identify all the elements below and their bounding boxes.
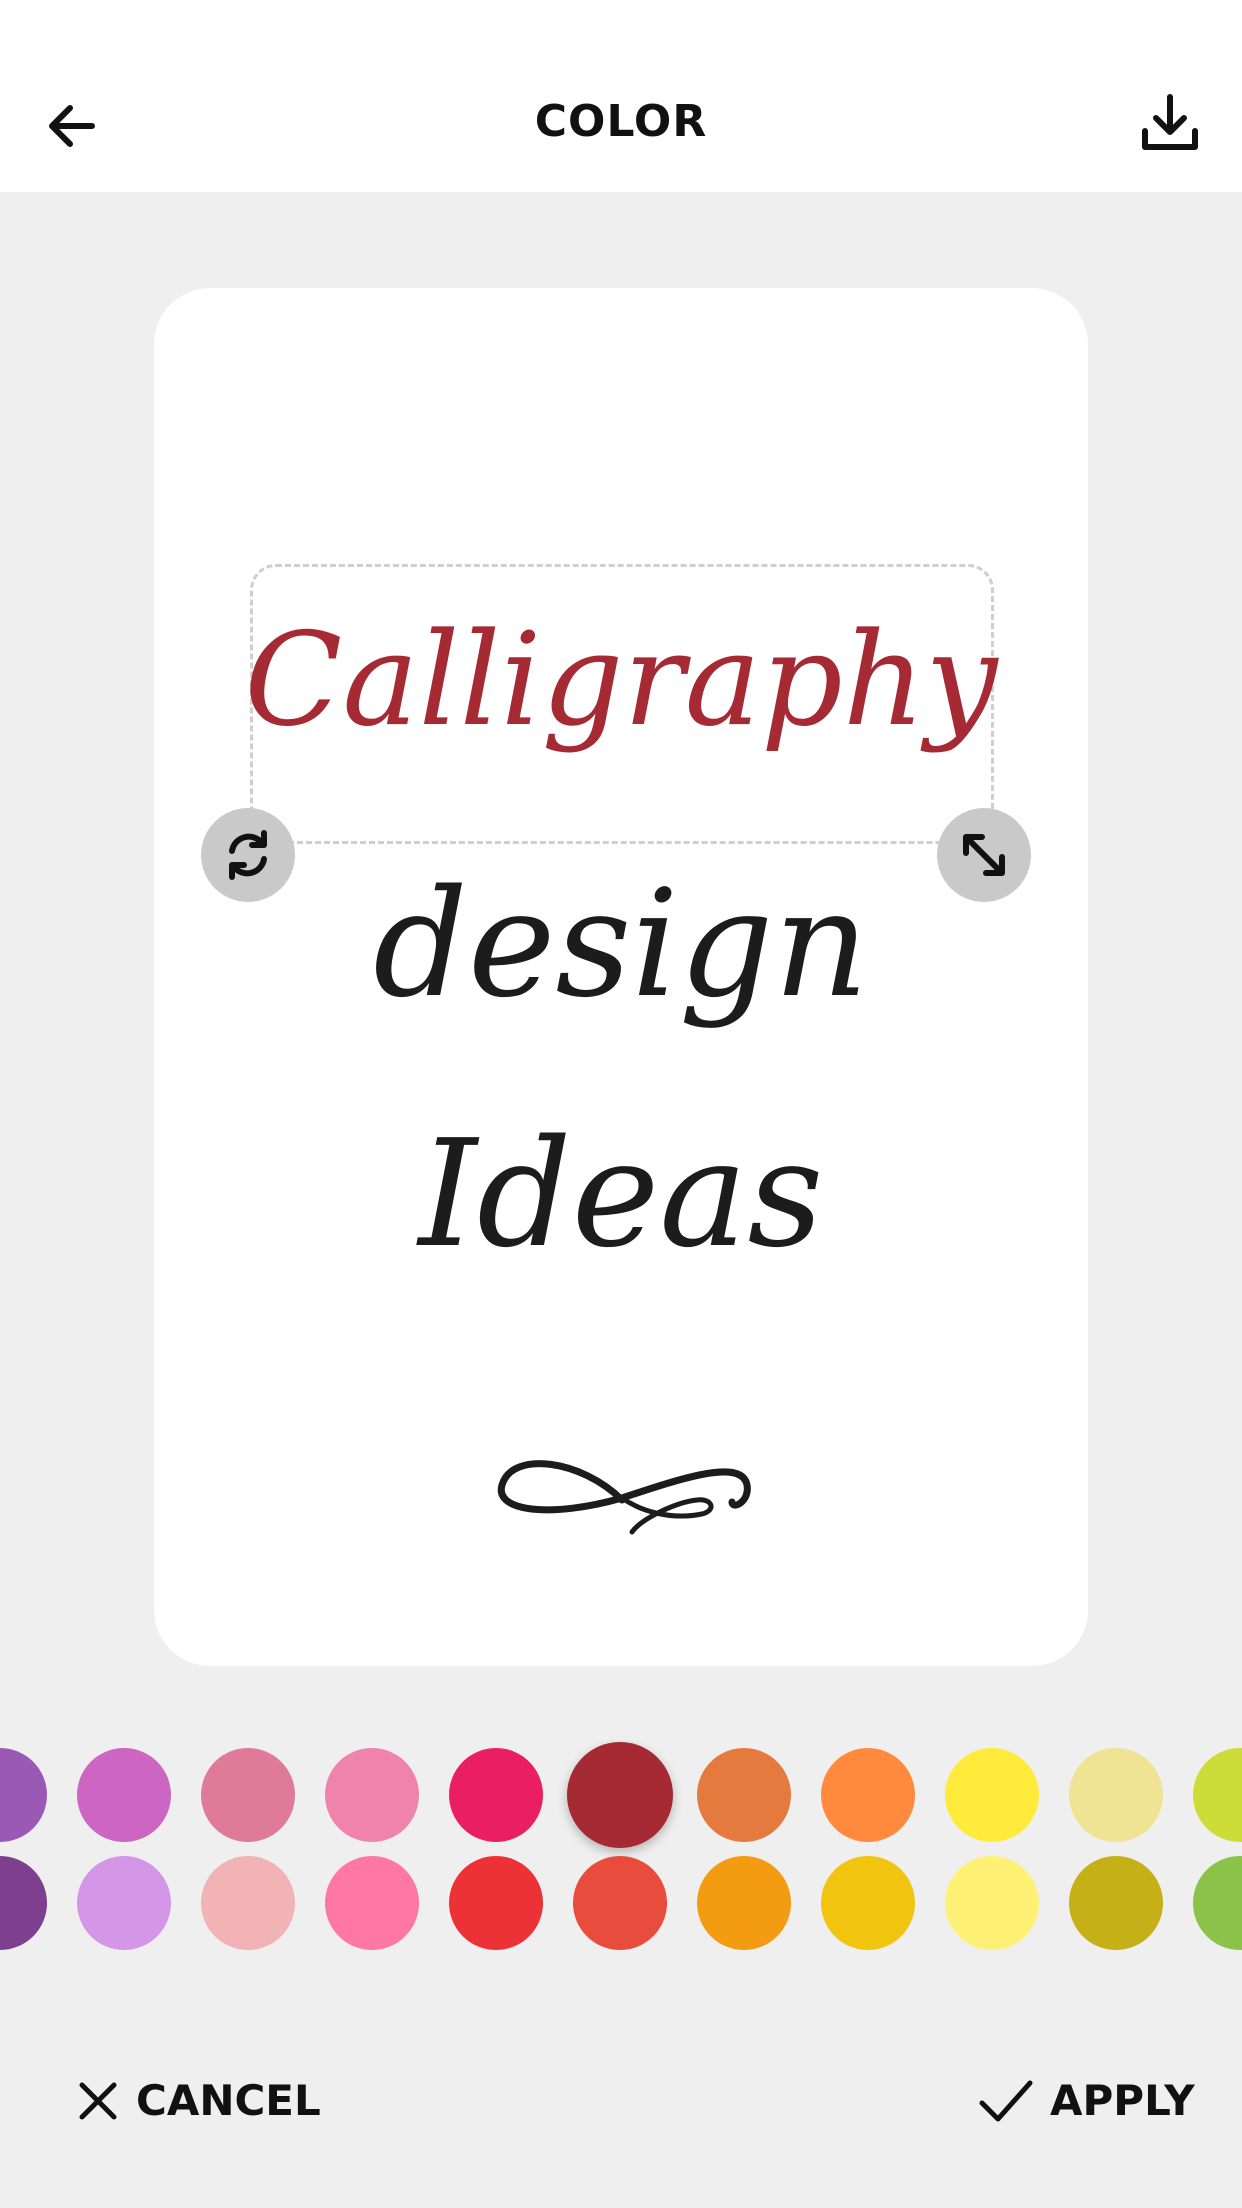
color-swatch[interactable] xyxy=(1193,1748,1242,1842)
design-canvas: Calligraphy design Ideas xyxy=(154,288,1088,1666)
color-swatch[interactable] xyxy=(821,1748,915,1842)
top-bar: COLOR xyxy=(0,0,1242,192)
calligraphy-text-selected[interactable]: Calligraphy xyxy=(154,606,1088,755)
ideas-text[interactable]: Ideas xyxy=(154,1108,1088,1280)
rotate-handle[interactable] xyxy=(201,808,295,902)
color-swatch[interactable] xyxy=(201,1856,295,1950)
apply-label: APPLY xyxy=(1050,2076,1195,2125)
color-swatch[interactable] xyxy=(945,1856,1039,1950)
apply-button[interactable]: APPLY xyxy=(978,2076,1195,2125)
color-swatch[interactable] xyxy=(1069,1856,1163,1950)
close-icon xyxy=(79,2082,117,2119)
page-title: COLOR xyxy=(534,96,708,147)
color-swatch[interactable] xyxy=(697,1856,791,1950)
palette-row-2 xyxy=(0,1848,1242,1958)
color-swatch[interactable] xyxy=(0,1856,47,1950)
color-swatch[interactable] xyxy=(0,1748,47,1842)
color-swatch[interactable] xyxy=(697,1748,791,1842)
resize-icon xyxy=(963,834,1005,876)
color-swatch[interactable] xyxy=(945,1748,1039,1842)
color-swatch[interactable] xyxy=(449,1856,543,1950)
download-button[interactable] xyxy=(1130,84,1210,164)
color-swatch[interactable] xyxy=(1069,1748,1163,1842)
color-swatch[interactable] xyxy=(573,1856,667,1950)
color-swatch[interactable] xyxy=(77,1856,171,1950)
color-palette xyxy=(0,1740,1242,1960)
color-swatch[interactable] xyxy=(325,1748,419,1842)
color-swatch[interactable] xyxy=(201,1748,295,1842)
flourish-ornament-icon xyxy=(497,1460,751,1535)
color-swatch[interactable] xyxy=(77,1748,171,1842)
color-swatch[interactable] xyxy=(821,1856,915,1950)
resize-handle[interactable] xyxy=(937,808,1031,902)
check-icon xyxy=(979,2080,1033,2121)
download-icon xyxy=(1142,94,1198,150)
palette-row-1 xyxy=(0,1740,1242,1850)
color-swatch[interactable] xyxy=(449,1748,543,1842)
color-swatch[interactable] xyxy=(325,1856,419,1950)
color-swatch[interactable] xyxy=(1193,1856,1242,1950)
rotate-icon xyxy=(229,830,267,880)
cancel-button[interactable]: CANCEL xyxy=(76,2076,321,2125)
cancel-label: CANCEL xyxy=(136,2076,321,2125)
color-swatch[interactable] xyxy=(567,1742,673,1848)
